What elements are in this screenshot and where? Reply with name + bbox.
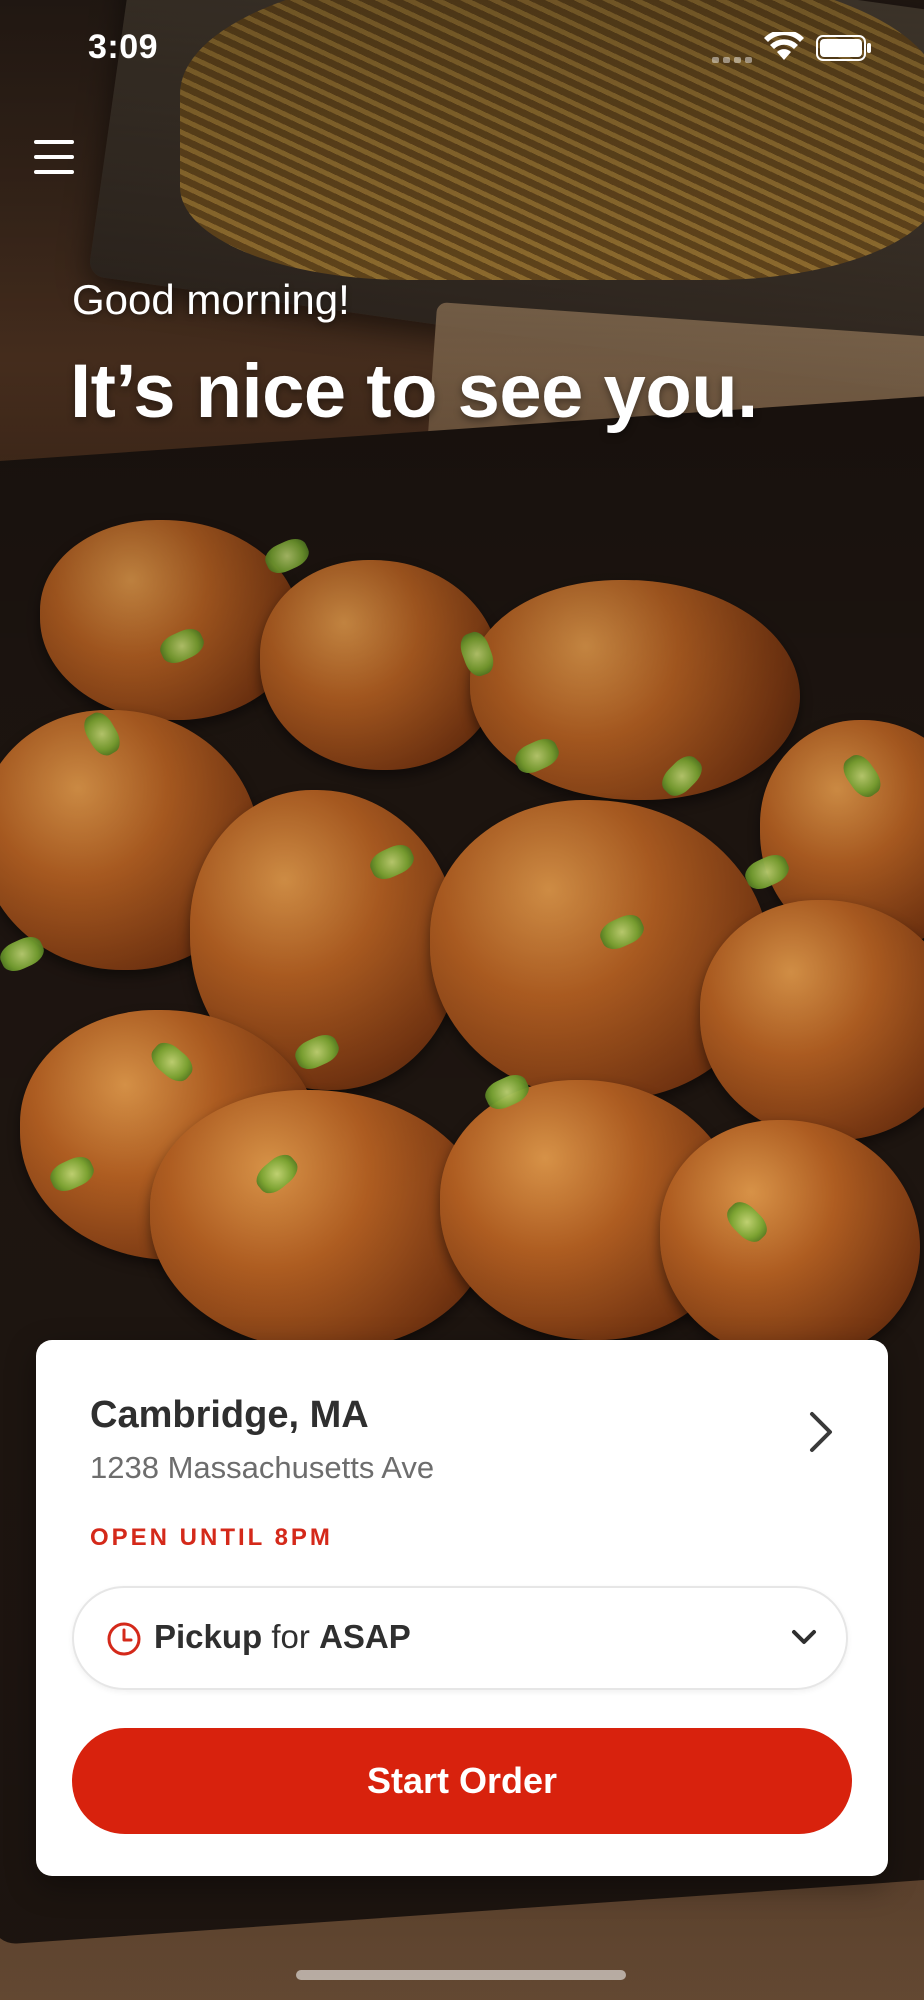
- store-selector[interactable]: Cambridge, MA 1238 Massachusetts Ave: [36, 1340, 888, 1510]
- store-city: Cambridge, MA: [90, 1394, 369, 1436]
- chevron-down-icon: [792, 1630, 816, 1644]
- start-order-button[interactable]: Start Order: [72, 1728, 852, 1834]
- chevron-right-icon: [810, 1412, 832, 1452]
- pickup-mode: Pickup: [154, 1618, 263, 1655]
- cellular-signal-icon: [712, 57, 756, 63]
- clock-icon: [107, 1622, 141, 1656]
- wifi-icon: [764, 32, 804, 60]
- page-title: It’s nice to see you.: [70, 349, 758, 434]
- pickup-connector: for: [271, 1618, 310, 1655]
- store-hours-status: OPEN UNTIL 8PM: [90, 1524, 333, 1551]
- store-address: 1238 Massachusetts Ave: [90, 1450, 435, 1485]
- status-bar: 3:09: [0, 0, 924, 100]
- location-card: Cambridge, MA 1238 Massachusetts Ave OPE…: [36, 1340, 888, 1876]
- pickup-summary: Pickup for ASAP: [154, 1618, 411, 1656]
- home-indicator: [296, 1970, 626, 1980]
- greeting-text: Good morning!: [72, 276, 350, 323]
- pickup-time: ASAP: [319, 1618, 411, 1655]
- pickup-time-dropdown[interactable]: Pickup for ASAP: [72, 1586, 848, 1690]
- status-time: 3:09: [88, 28, 159, 66]
- hamburger-menu-icon[interactable]: [34, 140, 74, 174]
- battery-icon: [816, 35, 871, 61]
